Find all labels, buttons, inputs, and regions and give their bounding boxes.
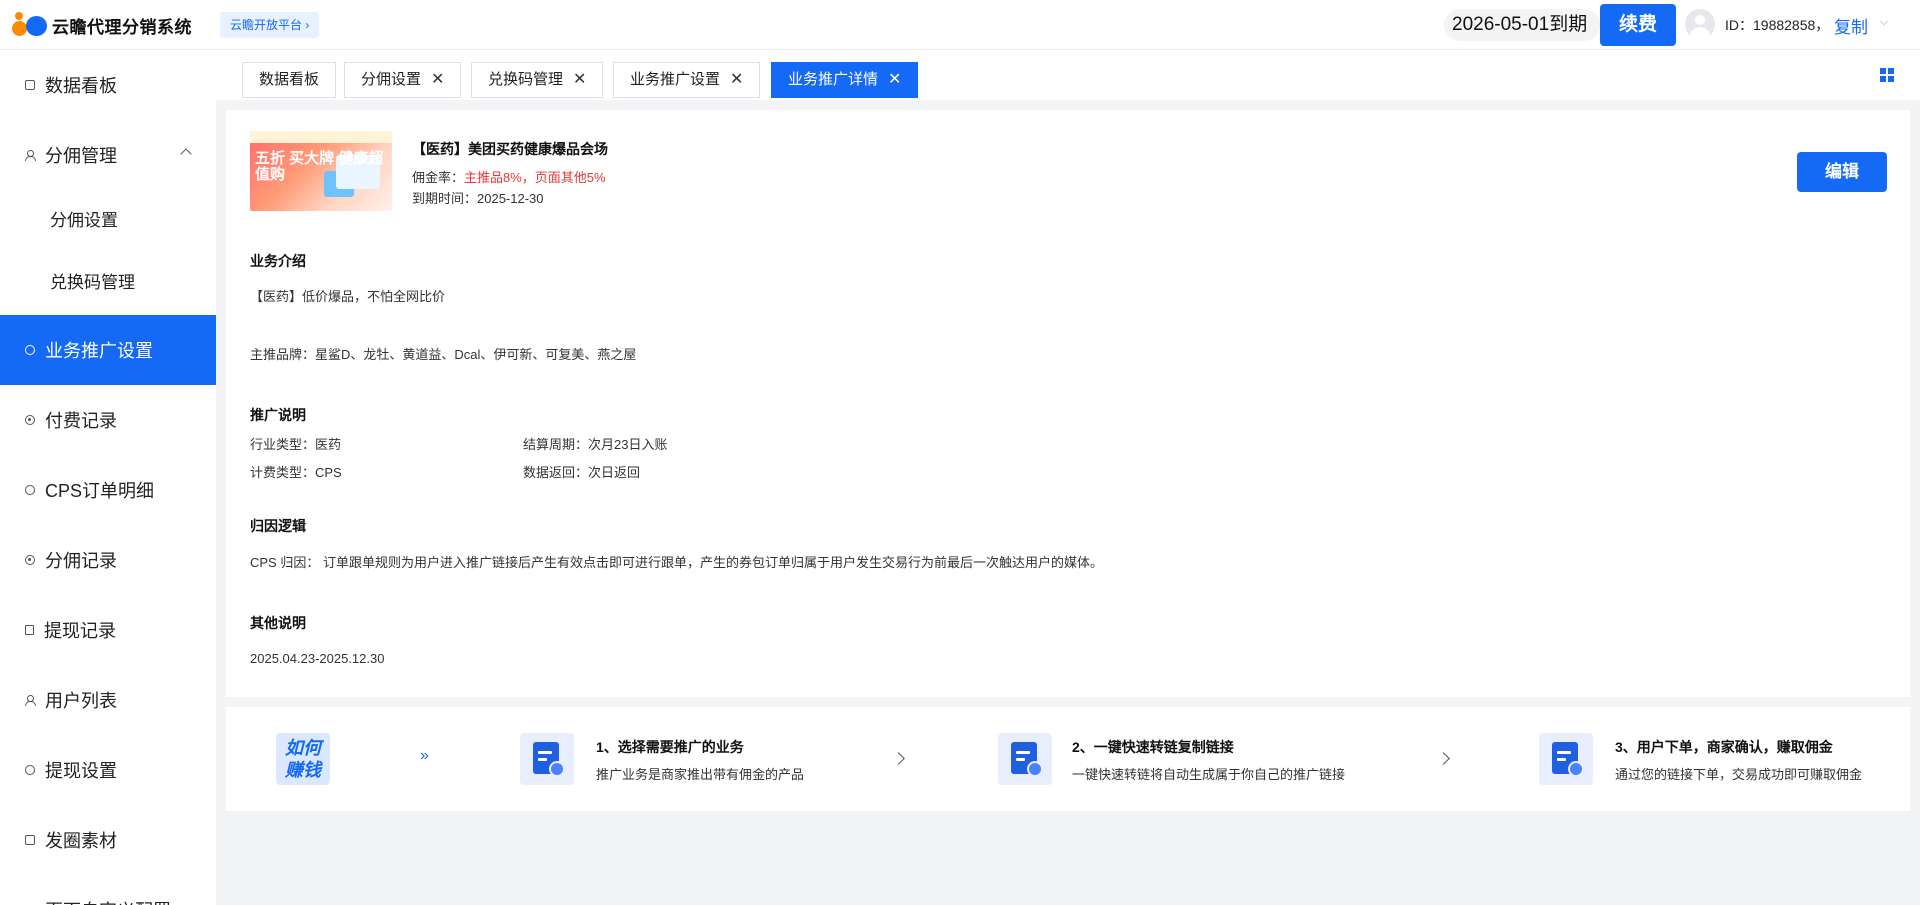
- sidebar-item-withdraw-settings[interactable]: 提现设置: [0, 735, 216, 805]
- sidebar-item-label: 付费记录: [45, 411, 117, 431]
- sidebar-item-redeem-codes[interactable]: 兑换码管理: [0, 248, 216, 312]
- payment-icon: [25, 415, 35, 425]
- sidebar-item-dashboard[interactable]: 数据看板: [0, 50, 216, 120]
- sidebar-item-page-custom[interactable]: 页面自定义配置: [0, 875, 216, 905]
- clipboard-gear-icon: [520, 733, 574, 785]
- sidebar-item-cps-orders[interactable]: CPS订单明细: [0, 455, 216, 525]
- step-2-title: 2、一键快速转链复制链接: [1072, 739, 1234, 755]
- order-icon: [25, 485, 35, 495]
- settle-period: 结算周期：次月23日入账: [523, 437, 668, 452]
- sidebar-item-commission-settings[interactable]: 分佣设置: [0, 186, 216, 250]
- copy-id-button[interactable]: 复制: [1834, 13, 1868, 38]
- section-title-intro: 业务介绍: [250, 253, 306, 269]
- material-icon: [25, 835, 35, 845]
- calendar-yen-icon: [1539, 733, 1593, 785]
- close-icon[interactable]: ✕: [888, 71, 901, 88]
- close-icon[interactable]: ✕: [431, 71, 444, 88]
- sidebar-item-label: 兑换码管理: [50, 272, 135, 292]
- chevron-up-icon: [180, 148, 192, 160]
- commission-rate: 佣金率：主推品8%，页面其他5%: [412, 170, 606, 185]
- sidebar-item-commission-records[interactable]: 分佣记录: [0, 525, 216, 595]
- avatar[interactable]: [1685, 9, 1715, 39]
- tab-redeem-codes[interactable]: 兑换码管理 ✕: [471, 62, 604, 98]
- dashboard-icon: [25, 80, 35, 90]
- sidebar-item-materials[interactable]: 发圈素材: [0, 805, 216, 875]
- tab-label: 分佣设置: [361, 71, 422, 88]
- how-to-earn-badge: 如何 赚钱: [276, 733, 330, 785]
- chevron-right-icon: [1437, 752, 1450, 765]
- sidebar-item-payments[interactable]: 付费记录: [0, 385, 216, 455]
- product-name: 【医药】美团买药健康爆品会场: [412, 141, 608, 157]
- tab-label: 业务推广设置: [630, 71, 721, 88]
- top-bar: 云瞻代理分销系统 云瞻开放平台 › 2026-05-01到期 续费 ID：198…: [0, 0, 1920, 50]
- sidebar-item-label: 分佣管理: [45, 146, 117, 166]
- intro-text: 【医药】低价爆品，不怕全网比价: [250, 289, 446, 304]
- close-icon[interactable]: ✕: [573, 71, 586, 88]
- close-icon[interactable]: ✕: [730, 71, 743, 88]
- sidebar-item-label: 用户列表: [45, 691, 117, 711]
- industry-type: 行业类型：医药: [250, 437, 342, 452]
- step-3-desc: 通过您的链接下单，交易成功即可赚取佣金: [1615, 767, 1863, 782]
- commission-icon: [25, 555, 35, 565]
- section-title-attribution: 归因逻辑: [250, 518, 306, 534]
- tab-commission-settings[interactable]: 分佣设置 ✕: [344, 62, 462, 98]
- tabs-bar: 数据看板 分佣设置 ✕ 兑换码管理 ✕ 业务推广设置 ✕ 业务推广详情 ✕: [216, 50, 1920, 100]
- renew-button[interactable]: 续费: [1600, 4, 1676, 46]
- step-3-title: 3、用户下单，商家确认，赚取佣金: [1615, 739, 1833, 755]
- section-title-other: 其他说明: [250, 615, 306, 631]
- tab-label: 业务推广详情: [788, 71, 879, 88]
- users-icon: [25, 695, 36, 706]
- how-to-earn-bar: 如何 赚钱 » 1、选择需要推广的业务 推广业务是商家推出带有佣金的产品 2、一…: [226, 707, 1910, 811]
- product-thumbnail: 五折 买大牌 健康超值购: [250, 131, 392, 211]
- grid-menu-icon[interactable]: [1880, 68, 1894, 82]
- data-return: 数据返回：次日返回: [523, 465, 641, 480]
- chevron-right-icon: [892, 752, 905, 765]
- document-check-icon: [998, 733, 1052, 785]
- person-icon: [25, 150, 36, 161]
- settings-icon: [25, 765, 35, 775]
- sidebar-item-commission-mgmt[interactable]: 分佣管理: [0, 120, 216, 190]
- sidebar: 数据看板 分佣管理 分佣设置 兑换码管理 业务推广设置 付费记录 CPS订单明细…: [0, 50, 216, 905]
- sidebar-item-label: 提现设置: [45, 761, 117, 781]
- expire-time: 到期时间：2025-12-30: [412, 191, 544, 206]
- chevron-down-icon[interactable]: ⌵: [1880, 16, 1888, 29]
- sidebar-item-label: CPS订单明细: [45, 481, 155, 501]
- section-title-promo: 推广说明: [250, 407, 306, 423]
- tab-dashboard[interactable]: 数据看板: [242, 62, 337, 98]
- billing-type: 计费类型：CPS: [250, 465, 342, 480]
- promo-detail-card: 五折 买大牌 健康超值购 【医药】美团买药健康爆品会场 佣金率：主推品8%，页面…: [226, 110, 1910, 697]
- attribution-text: CPS 归因： 订单跟单规则为用户进入推广链接后产生有效点击即可进行跟单，产生的…: [250, 555, 1103, 570]
- sidebar-item-label: 发圈素材: [45, 831, 117, 851]
- step-2-desc: 一键快速转链将自动生成属于你自己的推广链接: [1072, 767, 1346, 782]
- other-text: 2025.04.23-2025.12.30: [250, 651, 385, 666]
- sidebar-item-users[interactable]: 用户列表: [0, 665, 216, 735]
- sidebar-item-label: 提现记录: [44, 621, 116, 641]
- sidebar-item-promo-settings[interactable]: 业务推广设置: [0, 315, 216, 385]
- promo-icon: [25, 345, 35, 355]
- app-title: 云瞻代理分销系统: [52, 18, 192, 37]
- sidebar-item-label: 业务推广设置: [45, 341, 153, 361]
- double-chevron-icon: »: [420, 747, 429, 764]
- brands-text: 主推品牌：星鲨D、龙牡、黄道益、Dcal、伊可新、可复美、燕之屋: [250, 347, 637, 362]
- user-id: ID：19882858，: [1725, 17, 1830, 33]
- tab-promo-detail[interactable]: 业务推广详情 ✕: [771, 62, 919, 98]
- expire-date: 2026-05-01到期: [1444, 9, 1600, 41]
- step-1-title: 1、选择需要推广的业务: [596, 739, 744, 755]
- withdraw-icon: [25, 625, 34, 635]
- sidebar-item-label: 分佣记录: [45, 551, 117, 571]
- sidebar-item-label: 数据看板: [45, 76, 117, 96]
- tab-promo-settings[interactable]: 业务推广设置 ✕: [613, 62, 761, 98]
- sidebar-item-label: 分佣设置: [50, 210, 118, 230]
- sidebar-item-withdraw-records[interactable]: 提现记录: [0, 595, 216, 665]
- edit-button[interactable]: 编辑: [1797, 152, 1887, 192]
- sidebar-item-label: 页面自定义配置: [45, 897, 171, 905]
- step-1-desc: 推广业务是商家推出带有佣金的产品: [596, 767, 805, 782]
- app-logo: [12, 11, 50, 37]
- tab-label: 兑换码管理: [488, 71, 564, 88]
- tab-label: 数据看板: [259, 71, 320, 88]
- open-platform-link[interactable]: 云瞻开放平台 ›: [220, 12, 320, 38]
